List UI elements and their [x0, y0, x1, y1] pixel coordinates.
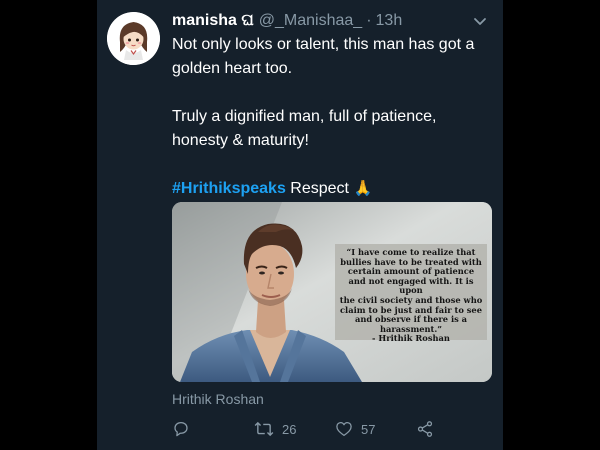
- tweet-text-line: #Hrithikspeaks Respect 🙏: [172, 177, 492, 201]
- display-name[interactable]: manisha ଘ: [172, 12, 254, 30]
- tweet-actions: 26 57: [172, 420, 472, 444]
- retweet-button[interactable]: 26: [254, 420, 296, 438]
- cartoon-girl-avatar-icon: [107, 12, 160, 65]
- chevron-down-icon[interactable]: [472, 13, 488, 29]
- tweet-text: Not only looks or talent, this man has g…: [172, 33, 492, 201]
- tweet-header: manisha ଘ @_Manishaa_ · 13h: [172, 10, 494, 32]
- like-button[interactable]: 57: [335, 420, 375, 438]
- reply-button[interactable]: [172, 420, 190, 438]
- timestamp[interactable]: 13h: [376, 12, 403, 30]
- tweet-text-fragment: Respect: [285, 180, 354, 197]
- retweet-count: 26: [282, 421, 297, 437]
- tweet-text-line: Not only looks or talent, this man has g…: [172, 36, 475, 77]
- like-count: 57: [361, 421, 376, 437]
- retweet-icon: [254, 421, 274, 437]
- quote-line: and not engaged with. It is upon: [348, 275, 474, 296]
- tweet-media-image[interactable]: “I have come to realize that bullies hav…: [172, 202, 492, 382]
- quote-overlay: “I have come to realize that bullies hav…: [335, 244, 487, 343]
- share-button[interactable]: [416, 420, 434, 438]
- hashtag-link[interactable]: #Hrithikspeaks: [172, 180, 286, 197]
- heart-icon: [336, 421, 352, 437]
- tweet-text-line: Truly a dignified man, full of patience,…: [172, 108, 437, 149]
- avatar[interactable]: [107, 12, 160, 65]
- tweet-card[interactable]: manisha ଘ @_Manishaa_ · 13h Not only loo…: [97, 0, 503, 450]
- praying-hands-emoji: 🙏: [353, 180, 373, 197]
- share-icon: [417, 421, 433, 437]
- quote-attribution: - Hrithik Roshan: [372, 333, 450, 344]
- media-caption: Hrithik Roshan: [172, 391, 264, 407]
- user-handle[interactable]: @_Manishaa_: [259, 12, 362, 30]
- reply-icon: [174, 421, 188, 437]
- separator-dot: ·: [366, 12, 372, 29]
